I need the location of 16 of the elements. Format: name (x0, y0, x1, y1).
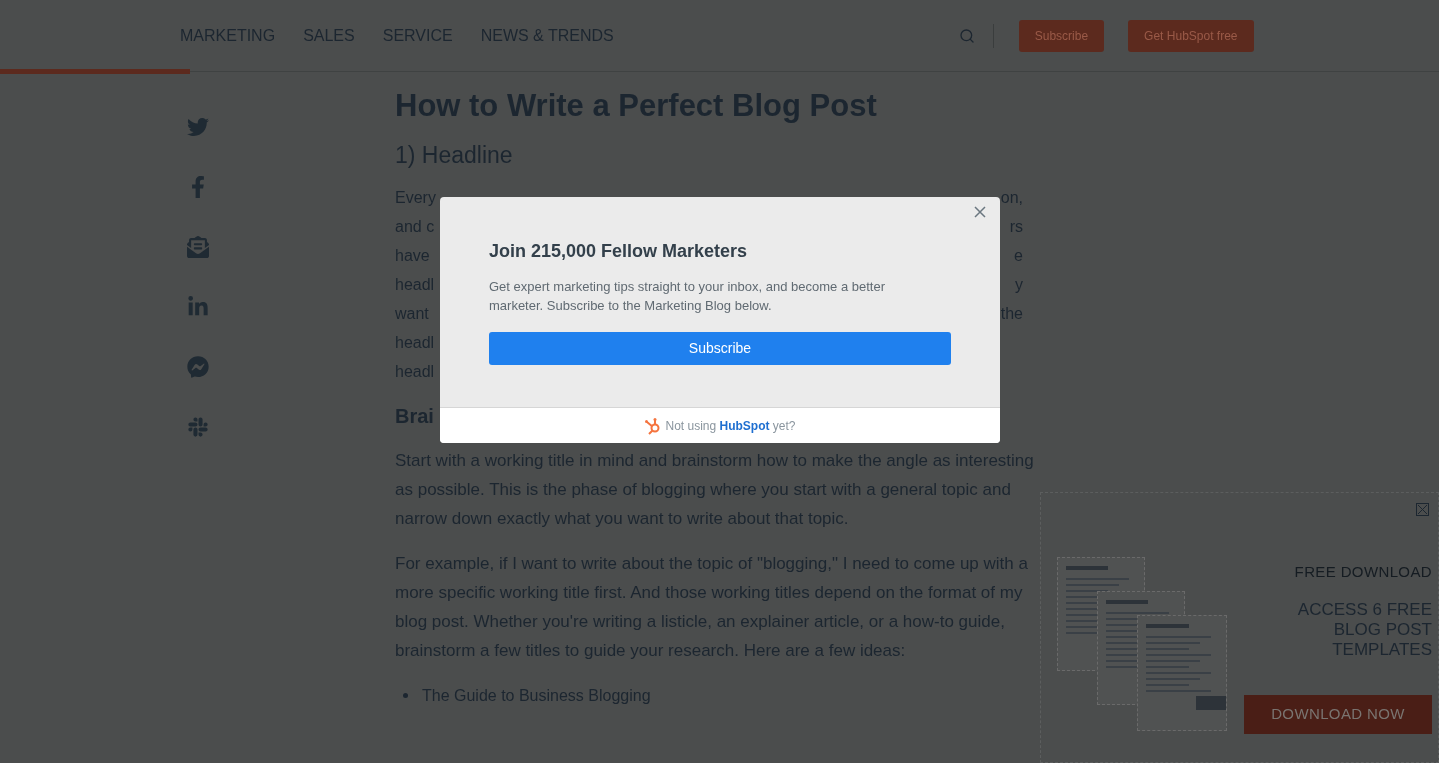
search-icon[interactable] (958, 27, 975, 44)
hubspot-promo-link[interactable]: Not using HubSpot yet? (665, 416, 796, 435)
linkedin-icon[interactable] (187, 296, 209, 318)
subscribe-button[interactable]: Subscribe (1018, 19, 1105, 52)
download-now-button[interactable]: DOWNLOAD NOW (1244, 695, 1432, 734)
envelope-icon[interactable] (187, 236, 209, 258)
get-hubspot-free-button[interactable]: Get HubSpot free (1128, 19, 1254, 52)
subscribe-button[interactable]: Subscribe (489, 332, 951, 365)
close-icon[interactable] (974, 206, 986, 218)
slack-icon[interactable] (187, 416, 209, 438)
twitter-icon[interactable] (187, 116, 209, 138)
modal-description: Get expert marketing tips straight to your inbox, and become a better marketer. Subscribe to the Marketing Blog below. (489, 278, 886, 315)
messenger-icon[interactable] (187, 356, 209, 378)
modal-title: Join 215,000 Fellow Marketers (489, 240, 749, 263)
bullet-icon (403, 693, 408, 698)
close-icon[interactable] (1416, 503, 1429, 516)
